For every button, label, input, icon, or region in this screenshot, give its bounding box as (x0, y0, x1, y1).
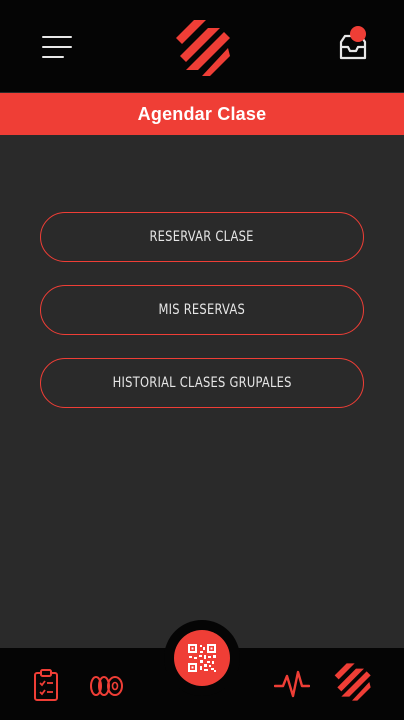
mis-reservas-button[interactable]: MIS RESERVAS (40, 285, 364, 335)
heartbeat-icon[interactable] (274, 668, 310, 700)
reservar-clase-button[interactable]: RESERVAR CLASE (40, 212, 364, 262)
brand-logo-icon (176, 20, 230, 76)
page-title: Agendar Clase (137, 103, 267, 124)
qr-code-icon (188, 644, 216, 672)
button-label: MIS RESERVAS (158, 302, 246, 318)
historial-clases-grupales-button[interactable]: HISTORIAL CLASES GRUPALES (40, 358, 364, 408)
notification-badge (350, 26, 366, 42)
qr-code-button[interactable] (174, 630, 230, 686)
top-header (0, 0, 404, 92)
hamburger-menu-button[interactable] (42, 34, 74, 62)
weight-plates-icon[interactable] (88, 674, 126, 698)
page-title-bar: Agendar Clase (0, 93, 404, 135)
clipboard-icon[interactable] (32, 668, 60, 702)
button-label: RESERVAR CLASE (149, 229, 255, 245)
button-label: HISTORIAL CLASES GRUPALES (112, 375, 292, 391)
menu-line-bottom (42, 56, 64, 58)
brand-logo-icon[interactable] (332, 662, 372, 702)
schedule-options-list: RESERVAR CLASE MIS RESERVAS HISTORIAL CL… (40, 212, 364, 431)
menu-line-middle (42, 46, 72, 48)
menu-line-top (42, 36, 72, 38)
